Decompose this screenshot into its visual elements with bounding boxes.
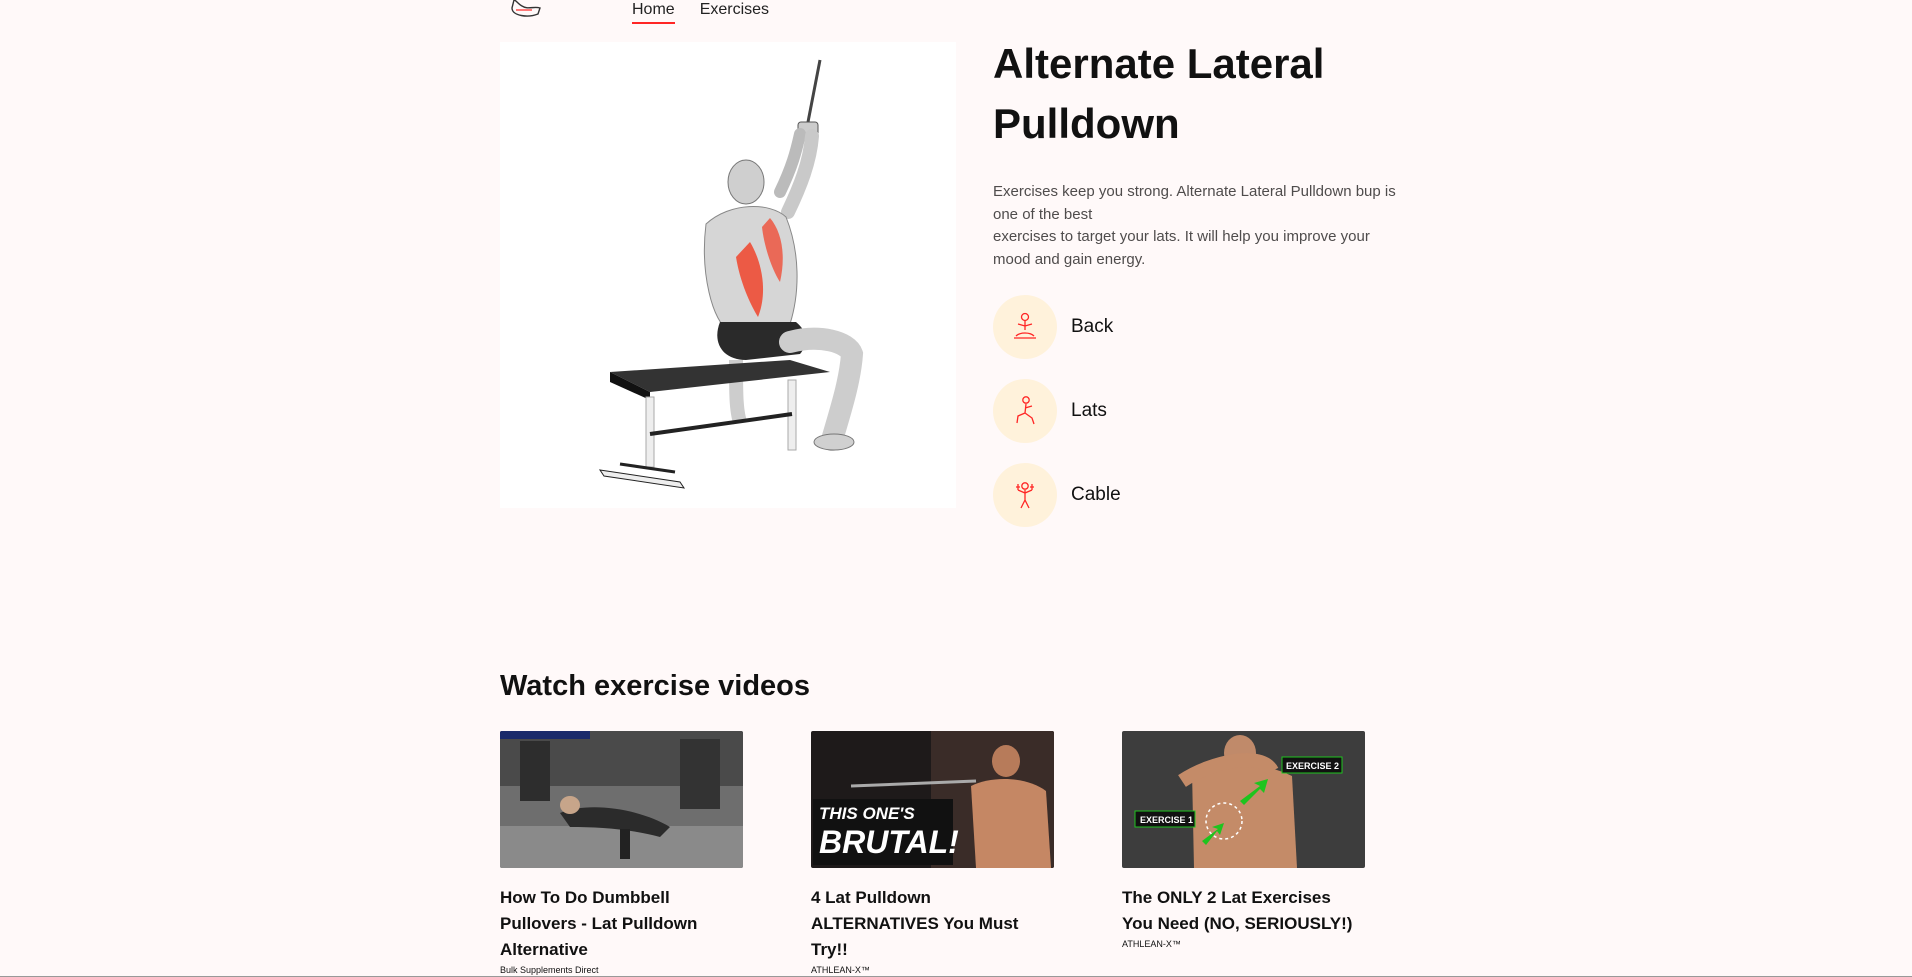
body-part-icon: [993, 295, 1057, 359]
equipment-icon: [993, 463, 1057, 527]
extra-target: Lats: [993, 379, 1393, 443]
nav-exercises-link[interactable]: Exercises: [700, 1, 769, 24]
video-thumbnail[interactable]: EXERCISE 1 EXERCISE 2: [1122, 731, 1365, 868]
thumb-tag: EXERCISE 1: [1140, 815, 1193, 825]
exercise-detail-page: Home Exercises Alternate Lateral Pulldow…: [0, 0, 1912, 977]
extra-label: Back: [1071, 316, 1114, 337]
exercise-extras: Back Lats Cable: [993, 295, 1393, 527]
target-muscle-icon: [993, 379, 1057, 443]
video-thumbnail[interactable]: [500, 731, 743, 868]
video-card[interactable]: THIS ONE'S BRUTAL! 4 Lat Pulldown ALTERN…: [811, 731, 1054, 975]
extra-body-part: Back: [993, 295, 1393, 359]
logo-icon[interactable]: [508, 0, 544, 20]
video-thumbnail[interactable]: THIS ONE'S BRUTAL!: [811, 731, 1054, 868]
video-card[interactable]: How To Do Dumbbell Pullovers - Lat Pulld…: [500, 731, 743, 975]
video-channel: ATHLEAN-X™: [1122, 939, 1181, 949]
videos-section-title: Watch exercise videos: [500, 670, 811, 702]
video-title[interactable]: 4 Lat Pulldown ALTERNATIVES You Must Try…: [811, 885, 1054, 963]
exercise-title: Alternate Lateral Pulldown: [993, 40, 1325, 147]
exercise-gif: [500, 42, 956, 508]
thumb-text: THIS ONE'S: [819, 804, 915, 823]
thumb-text: BRUTAL!: [819, 824, 959, 860]
description-line: exercises to target your lats. It will h…: [993, 228, 1370, 268]
video-channel: Bulk Supplements Direct: [500, 965, 599, 975]
video-list: How To Do Dumbbell Pullovers - Lat Pulld…: [500, 731, 1365, 975]
extra-label: Lats: [1071, 400, 1107, 421]
exercise-description: Exercises keep you strong. Alternate Lat…: [993, 181, 1403, 271]
video-title[interactable]: How To Do Dumbbell Pullovers - Lat Pulld…: [500, 885, 743, 963]
extra-label: Cable: [1071, 484, 1121, 505]
exercise-detail: Alternate Lateral Pulldown Exercises kee…: [993, 34, 1396, 547]
video-channel: ATHLEAN-X™: [811, 965, 870, 975]
nav-home-link[interactable]: Home: [632, 1, 675, 24]
video-title[interactable]: The ONLY 2 Lat Exercises You Need (NO, S…: [1122, 885, 1365, 937]
extra-equipment: Cable: [993, 463, 1393, 527]
video-card[interactable]: EXERCISE 1 EXERCISE 2 The ONLY 2 Lat Exe…: [1122, 731, 1365, 975]
description-line: Exercises keep you strong. Alternate Lat…: [993, 183, 1396, 223]
thumb-tag: EXERCISE 2: [1286, 761, 1339, 771]
